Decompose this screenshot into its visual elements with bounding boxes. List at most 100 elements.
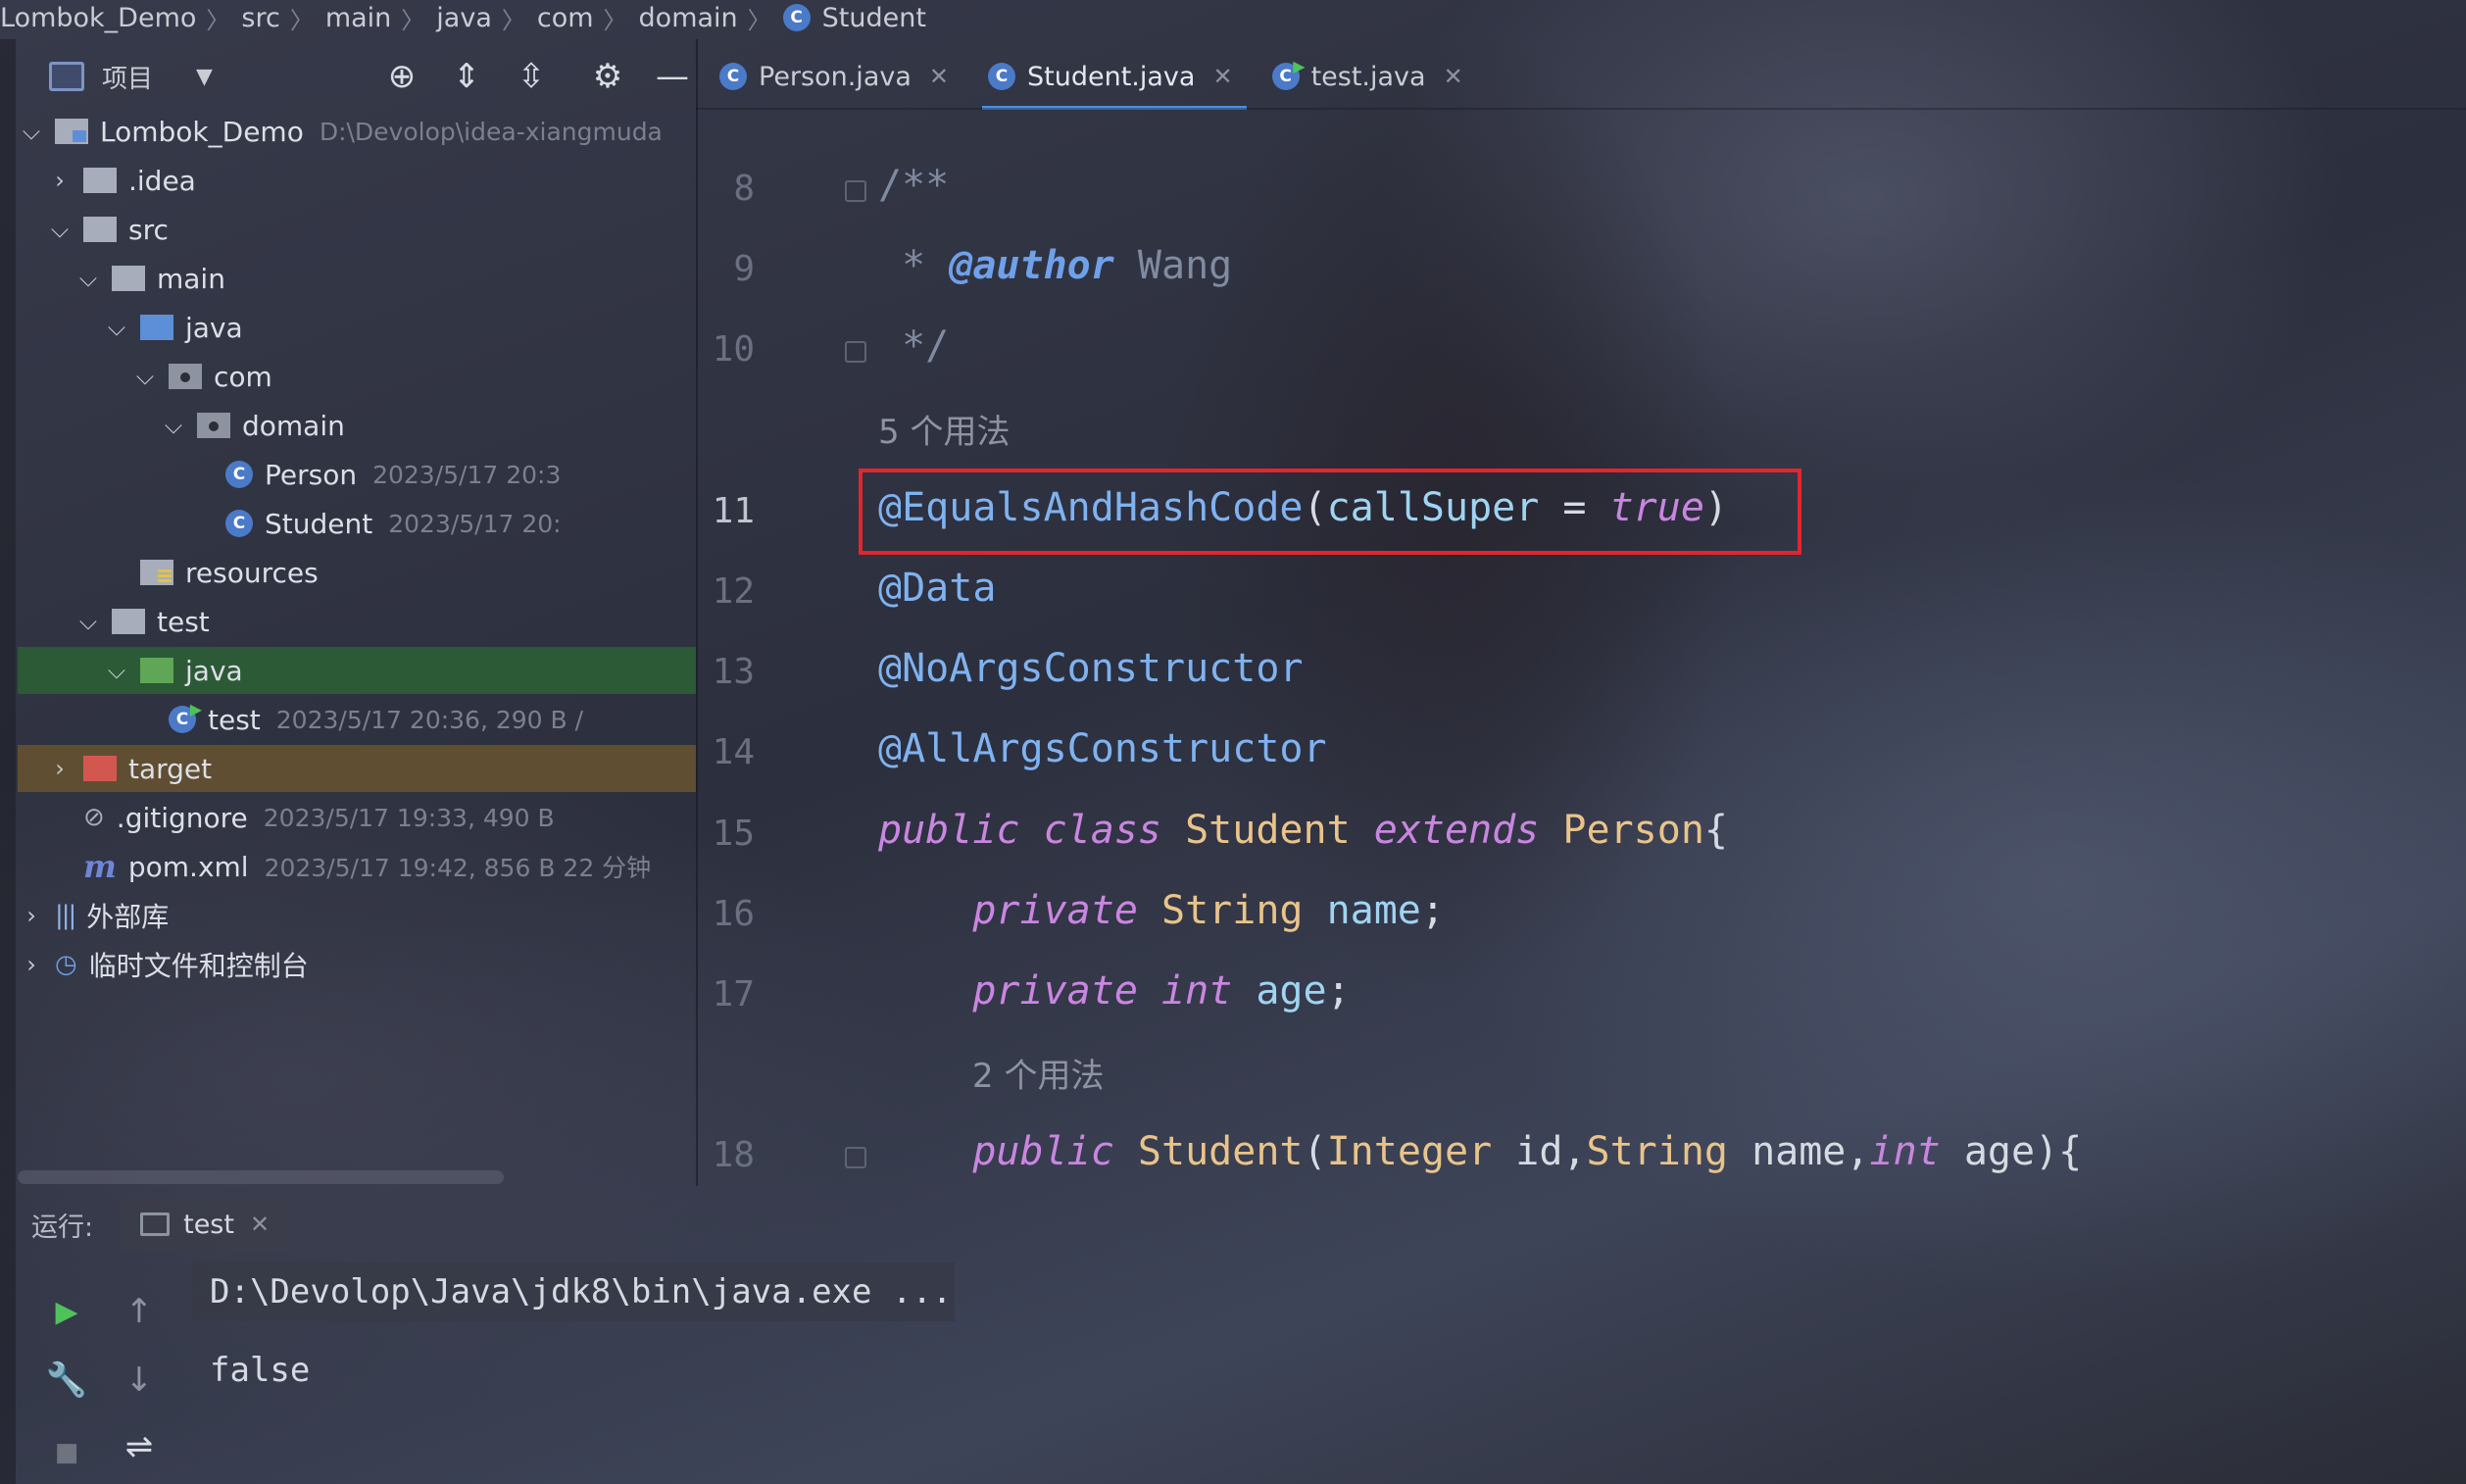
chevron-right-icon: 〉 [747, 6, 771, 34]
tree-item[interactable]: › .idea [18, 157, 696, 204]
breadcrumb-item[interactable]: java [436, 3, 492, 33]
chevron-right-icon[interactable]: › [46, 755, 74, 782]
chevron-right-icon: 〉 [289, 6, 314, 34]
breadcrumb-label: domain [638, 2, 738, 33]
chevron-right-icon[interactable]: › [46, 167, 74, 194]
chevron-down-icon[interactable]: ⌵ [103, 314, 130, 341]
usage-hint[interactable]: 5 个用法 [878, 413, 1010, 452]
maven-icon: m [83, 848, 117, 885]
code-token: public class [878, 807, 1186, 853]
tree-item[interactable]: ⌵ Lombok_Demo D:\Devolop\idea-xiangmuda [18, 108, 696, 155]
resources-lines-icon [158, 569, 172, 583]
chevron-down-icon[interactable]: ⌵ [46, 216, 74, 243]
code-token: String [1160, 887, 1327, 933]
chevron-down-icon[interactable]: ⌵ [74, 608, 102, 635]
tree-item-icon-wrap [197, 413, 230, 438]
close-icon[interactable]: ✕ [250, 1211, 270, 1238]
tree-item-icon-wrap [112, 266, 145, 291]
chevron-down-icon[interactable]: ⌵ [18, 118, 45, 145]
code-editor[interactable]: 8 9 10 11 12 13 14 15 16 17 18 /** * @author Wang … [698, 110, 2466, 1198]
tree-item[interactable]: ⌵ src [18, 206, 696, 253]
tree-item[interactable]: › ||| 外部库 [18, 892, 696, 939]
tree-item-label: resources [185, 556, 319, 589]
code-token: @NoArgsConstructor [878, 646, 1304, 692]
chevron-right-icon: 〉 [501, 6, 525, 34]
fold-icon[interactable] [845, 341, 866, 364]
tree-item[interactable]: › ◷ 临时文件和控制台 [18, 941, 696, 988]
tree-item[interactable]: ⊘ .gitignore 2023/5/17 19:33, 490 B [18, 794, 696, 841]
project-view-label[interactable]: 项目 [102, 59, 153, 95]
breadcrumb-item[interactable]: com [537, 3, 594, 33]
breadcrumb-item[interactable]: main [325, 3, 391, 33]
tree-item-icon-wrap [140, 658, 173, 683]
tab-person-java[interactable]: C Person.java ✕ [704, 43, 972, 110]
code-token: * [878, 243, 950, 289]
class-icon: C [782, 4, 811, 31]
breadcrumb-item[interactable]: Lombok_Demo [0, 3, 196, 33]
tree-item[interactable]: ⌵ domain [18, 402, 696, 449]
usage-hint[interactable]: 2 个用法 [972, 1057, 1104, 1096]
tree-item-icon-wrap [169, 364, 202, 389]
breadcrumb-label: java [436, 2, 492, 33]
close-icon[interactable]: ✕ [1212, 63, 1232, 90]
code-line: private String name; [878, 888, 1445, 933]
soft-wrap-icon[interactable]: ⇌ [118, 1425, 161, 1468]
code-token: */ [878, 323, 950, 370]
tree-item[interactable]: C Student 2023/5/17 20: [18, 500, 696, 547]
arrow-up-icon[interactable]: ↑ [118, 1290, 161, 1333]
breadcrumb-label: src [241, 2, 280, 33]
tree-item-icon-wrap: C ▶ [169, 700, 202, 733]
code-token: private int [972, 968, 1257, 1014]
fold-icon[interactable] [845, 180, 866, 202]
tree-item[interactable]: ⌵ main [18, 255, 696, 302]
breadcrumb-item[interactable]: domain [639, 3, 738, 33]
tab-test-java[interactable]: C ▶ test.java ✕ [1257, 43, 1487, 110]
tree-horizontal-scrollbar[interactable] [18, 1170, 504, 1184]
stop-icon[interactable]: ■ [45, 1431, 88, 1474]
run-label: 运行: [31, 1212, 94, 1243]
tree-item-label: main [157, 262, 225, 295]
tree-item[interactable]: ⌵ test [18, 598, 696, 645]
code-token: @Data [878, 566, 997, 611]
collapse-all-icon[interactable]: ⇳ [510, 55, 553, 98]
rerun-icon[interactable]: ▶ [45, 1290, 88, 1333]
chevron-down-icon[interactable]: ⌵ [160, 412, 187, 439]
breadcrumb-item[interactable]: src [241, 3, 279, 33]
tree-item[interactable]: ⌵ com [18, 353, 696, 400]
locate-icon[interactable]: ⊕ [380, 55, 423, 98]
breadcrumb-label: Student [821, 2, 926, 33]
wrench-icon[interactable]: 🔧 [45, 1359, 88, 1402]
code-token: Student [1137, 1129, 1304, 1175]
test-folder-icon [140, 658, 173, 683]
close-icon[interactable]: ✕ [929, 63, 949, 90]
arrow-down-icon[interactable]: ↓ [118, 1359, 161, 1402]
code-token: ; [1326, 968, 1351, 1014]
line-number: 11 [712, 490, 755, 531]
tab-student-java[interactable]: C Student.java ✕ [972, 43, 1257, 110]
tree-item[interactable]: C Person 2023/5/17 20:3 [18, 451, 696, 498]
run-tab-test[interactable]: test ✕ [121, 1198, 290, 1251]
expand-all-icon[interactable]: ⇕ [445, 55, 488, 98]
close-icon[interactable]: ✕ [1444, 63, 1463, 90]
breadcrumb-item[interactable]: C Student [782, 2, 926, 33]
gitignore-icon: ⊘ [83, 803, 105, 832]
tree-item[interactable]: C ▶ test 2023/5/17 20:36, 290 B / [18, 696, 696, 743]
code-token: ( [1303, 484, 1327, 530]
tree-item[interactable]: ⌵ java [18, 647, 696, 694]
gear-icon[interactable]: ⚙ [586, 55, 629, 98]
chevron-down-icon[interactable]: ⌵ [74, 265, 102, 292]
tree-item[interactable]: › target [18, 745, 696, 792]
tree-item[interactable]: resources [18, 549, 696, 596]
chevron-down-icon[interactable]: ⌵ [103, 657, 130, 684]
chevron-down-icon[interactable]: ⌵ [131, 363, 159, 390]
fold-icon[interactable] [845, 1147, 866, 1169]
code-token: = [1539, 484, 1610, 530]
code-line: @AllArgsConstructor [878, 726, 1327, 771]
chevron-down-icon[interactable]: ▼ [196, 65, 213, 89]
tree-item[interactable]: m pom.xml 2023/5/17 19:42, 856 B 22 分钟 [18, 843, 696, 890]
tree-item[interactable]: ⌵ java [18, 304, 696, 351]
hide-icon[interactable]: — [651, 55, 694, 98]
chevron-right-icon[interactable]: › [18, 951, 45, 978]
chevron-right-icon[interactable]: › [18, 902, 45, 929]
